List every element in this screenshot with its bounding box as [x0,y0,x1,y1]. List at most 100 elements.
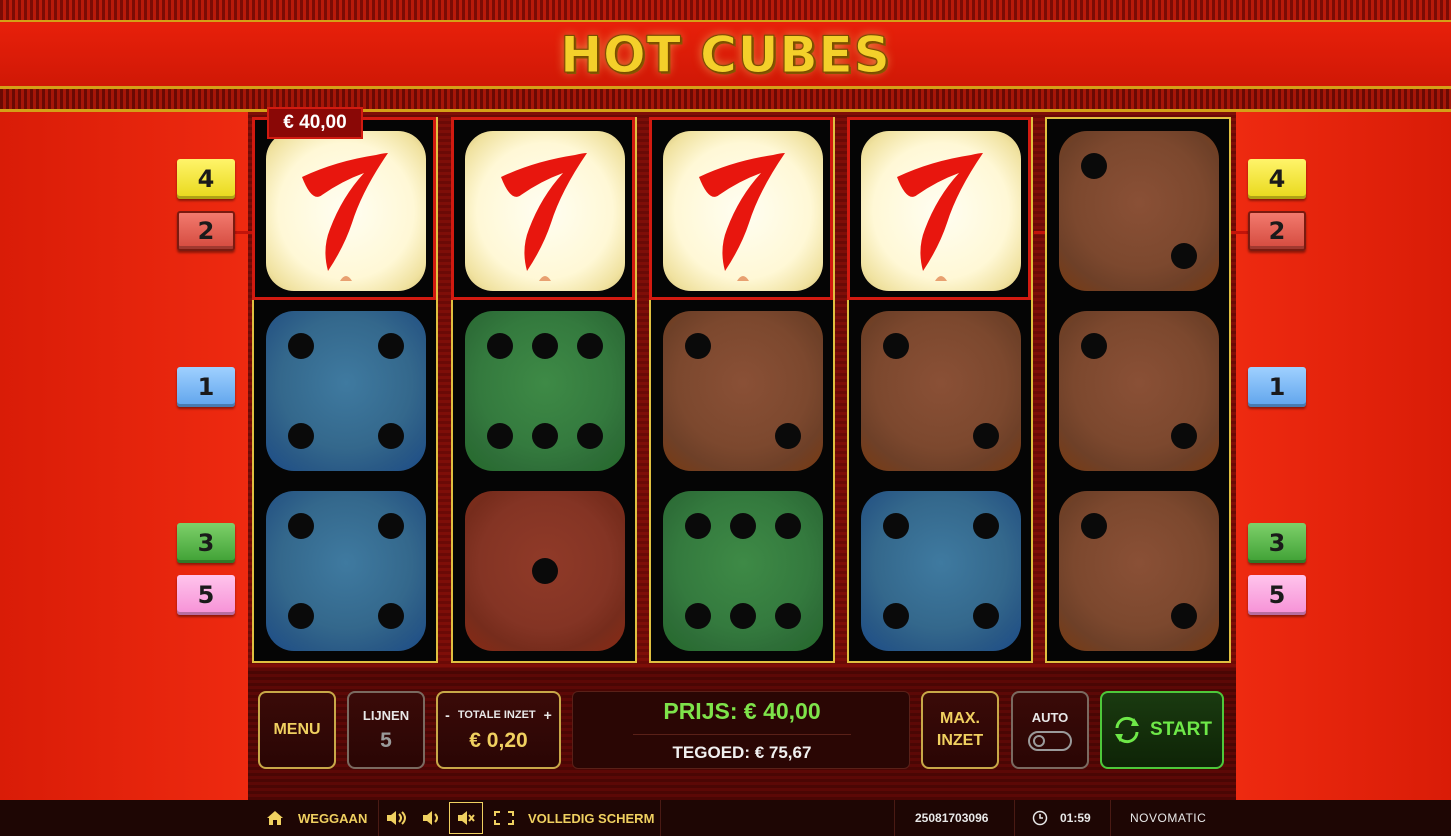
home-icon [267,811,283,825]
dice-pip [973,423,999,449]
dice-pip [730,513,756,539]
reel-symbol [459,305,631,477]
dice-pip [378,603,404,629]
dice-pip [532,558,558,584]
reel-symbol [855,305,1027,477]
menu-button[interactable]: MENU [258,691,336,769]
line-badge-right[interactable]: 4 [1248,159,1306,199]
fullscreen-label: VOLLEDIG SCHERM [528,810,655,826]
max-bet-label-2: INZET [936,732,984,749]
prize-display: PRIJS: € 40,00 TEGOED: € 75,67 [572,691,910,769]
dice-brown [861,311,1021,471]
exit-label: WEGGAAN [298,810,368,826]
total-bet-label: TOTALE INZET [457,709,536,721]
dice-pip [378,423,404,449]
win-frame [252,117,436,300]
dice-pip [378,513,404,539]
dice-blue [861,491,1021,651]
sound-fx-button[interactable] [386,800,408,836]
brand-logo: NOVOMATIC [1130,800,1206,836]
auto-toggle[interactable] [1028,730,1072,751]
dice-pip [1081,153,1107,179]
line-badge-right[interactable]: 5 [1248,575,1306,615]
game-title: HOT CUBES [560,26,891,85]
divider [660,800,661,836]
line-badge-left[interactable]: 3 [177,523,235,563]
auto-button[interactable]: AUTO [1011,691,1089,769]
volume-icon [423,811,438,825]
fullscreen-icon [494,811,514,825]
volume-button[interactable] [422,800,440,836]
spin-arrows-icon [1115,716,1140,744]
prize-amount: PRIJS: € 40,00 [663,698,821,724]
dice-pip [973,513,999,539]
exit-button[interactable]: WEGGAAN [266,800,367,836]
dice-brown [1059,311,1219,471]
line-badge-left[interactable]: 2 [177,211,235,251]
lines-button[interactable]: LIJNEN 5 [347,691,425,769]
reel-5 [1045,117,1231,663]
top-decor-strip [0,0,1451,22]
fullscreen-button[interactable]: VOLLEDIG SCHERM [494,800,654,836]
dice-pip [288,603,314,629]
line-badge-left[interactable]: 1 [177,367,235,407]
dice-blue [266,311,426,471]
divider [894,800,895,836]
dice-pip [685,513,711,539]
reel-symbol [657,485,829,657]
dice-pip [1081,513,1107,539]
start-button[interactable]: START [1100,691,1224,769]
reel-symbol [1053,485,1225,657]
mute-button[interactable] [449,802,483,834]
sound-music-icon [387,811,406,825]
session-id-text: 25081703096 [915,811,989,825]
win-amount-tag: € 40,00 [267,107,363,139]
prize-divider [633,734,851,735]
dice-pip [532,333,558,359]
win-frame [649,117,833,300]
payline-2-left [234,231,254,234]
win-frame [451,117,635,300]
line-badge-right[interactable]: 1 [1248,367,1306,407]
toggle-knob-icon [1033,734,1045,747]
bottom-bar [0,800,1451,836]
dice-pip [288,333,314,359]
dice-pip [378,333,404,359]
menu-label: MENU [273,721,321,738]
line-badge-right[interactable]: 2 [1248,211,1306,251]
divider [1014,800,1015,836]
lines-label: LIJNEN [362,707,410,723]
max-bet-label-1: MAX. [940,710,980,727]
reel-symbol [657,305,829,477]
line-badge-left[interactable]: 4 [177,159,235,199]
dice-pip [883,603,909,629]
dice-pip [1171,603,1197,629]
bet-increase-button[interactable]: + [544,707,552,723]
credit-amount: TEGOED: € 75,67 [672,743,812,762]
dice-pip [883,513,909,539]
dice-pip [775,513,801,539]
max-bet-button[interactable]: MAX. INZET [921,691,999,769]
lines-value: 5 [380,728,392,752]
dice-pip [288,423,314,449]
auto-label: AUTO [1031,709,1069,725]
line-badge-left[interactable]: 5 [177,575,235,615]
dice-pip [487,333,513,359]
reel-symbol [459,485,631,657]
reel-symbol [260,485,432,657]
dice-blue [266,491,426,651]
dice-pip [973,603,999,629]
dice-pip [577,333,603,359]
dice-pip [1171,423,1197,449]
dice-green [663,491,823,651]
reel-symbol [1053,305,1225,477]
total-bet-value: € 0,20 [469,729,528,752]
session-id: 25081703096 [915,800,988,836]
bet-decrease-button[interactable]: - [445,707,450,723]
clock-icon [1032,810,1048,826]
header-decor-strip [0,86,1451,112]
dice-pip [685,603,711,629]
line-badge-right[interactable]: 3 [1248,523,1306,563]
dice-red [465,491,625,651]
total-bet-control: - TOTALE INZET + € 0,20 [436,691,561,769]
